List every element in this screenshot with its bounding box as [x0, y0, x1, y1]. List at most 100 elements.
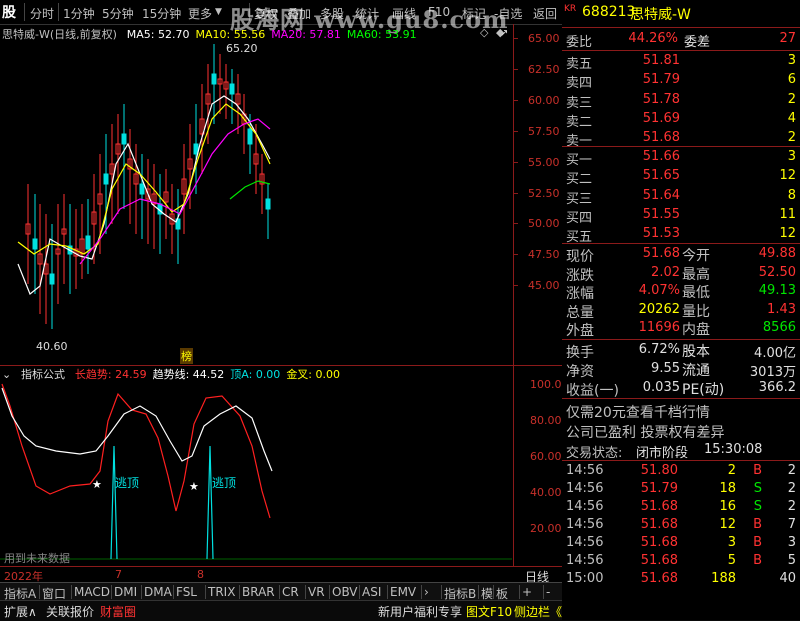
- tab-indicator[interactable]: CR: [282, 585, 299, 599]
- trade-state: 闭市阶段: [636, 446, 689, 461]
- signal-label-2: 逃顶: [212, 476, 237, 490]
- trend-line: [1, 387, 273, 472]
- tab-indicator[interactable]: BRAR: [242, 585, 275, 599]
- high-label: 65.20: [226, 42, 258, 55]
- stat-row: 涨跌 2.02 最高 52.50: [562, 264, 800, 284]
- stat-value: 49.88: [758, 246, 796, 261]
- stat-value: 2.02: [651, 264, 680, 280]
- tab-indicator[interactable]: EMV: [390, 585, 416, 599]
- tick-price: 51.79: [640, 481, 678, 496]
- sidebar-toggle[interactable]: 侧边栏《: [514, 603, 562, 620]
- level-label: 卖三: [566, 95, 593, 111]
- level-volume: 12: [779, 168, 796, 184]
- weicha-label: 委差: [684, 35, 711, 50]
- stat-value: 49.13: [758, 283, 796, 299]
- indicator-tick-label: 80.00: [530, 414, 562, 427]
- tick-count: 40: [779, 571, 796, 586]
- stat-value: 51.68: [642, 246, 680, 261]
- ask-row[interactable]: 卖三 51.78 2: [562, 91, 800, 111]
- tick-mark: [513, 99, 518, 101]
- back-button[interactable]: 返回: [533, 5, 557, 22]
- tab-indicator[interactable]: MACD: [74, 585, 110, 599]
- candle-body: [32, 238, 38, 250]
- tab-indicator[interactable]: DMA: [144, 585, 172, 599]
- indicator-area[interactable]: ⌄ 指标公式 长趋势: 24.59 趋势线: 44.52 顶A: 0.00 金叉: 0…: [0, 366, 562, 566]
- tick-price: 51.68: [640, 571, 678, 586]
- level-label: 买二: [566, 172, 593, 188]
- promo-link[interactable]: 仅需20元查看千档行情: [566, 402, 710, 422]
- wealth-circle-button[interactable]: 财富圈: [100, 603, 136, 620]
- tab-indicator[interactable]: OBV: [332, 585, 358, 599]
- tick-volume: 5: [727, 553, 736, 568]
- candlestick-chart[interactable]: [0, 24, 512, 364]
- chevron-down-icon[interactable]: ▼: [215, 7, 222, 17]
- new-user-link[interactable]: 新用户福利专享: [378, 603, 462, 620]
- stat-value: 11696: [638, 320, 680, 336]
- tab-15min[interactable]: 15分钟: [142, 5, 181, 22]
- tab-divider: [519, 585, 520, 599]
- tab-indicator[interactable]: +: [522, 585, 532, 599]
- tab-divider: [239, 585, 240, 599]
- fundamental-row: 收益(一) 0.035 PE(动) 366.2: [562, 379, 800, 399]
- related-quotes-button[interactable]: 关联报价: [46, 603, 94, 620]
- tick-volume: 2: [727, 463, 736, 478]
- promo-row[interactable]: 仅需20元查看千档行情: [562, 401, 800, 422]
- tab-indicator[interactable]: FSL: [176, 585, 197, 599]
- price-chart-area[interactable]: 思特威-W(日线,前复权) MA5: 52.70 MA10: 55.56 MA20:…: [0, 24, 562, 366]
- expand-button[interactable]: 扩展∧: [4, 603, 37, 620]
- panel-divider: [562, 339, 800, 340]
- bid-row[interactable]: 买一 51.66 3: [562, 148, 800, 168]
- tab-intraday[interactable]: 分时: [30, 5, 54, 22]
- tab-indicator[interactable]: ASI: [362, 585, 381, 599]
- price-tick-label: 45.00: [528, 279, 560, 293]
- tick-price: 51.80: [640, 463, 678, 478]
- panel-divider: [562, 27, 800, 28]
- ask-row[interactable]: 卖四 51.79 6: [562, 71, 800, 91]
- level-volume: 11: [779, 206, 796, 222]
- app-logo: 股: [2, 5, 16, 21]
- tab-more[interactable]: 更多: [188, 5, 212, 22]
- tab-1min[interactable]: 1分钟: [63, 5, 95, 22]
- f10-graphic-link[interactable]: 图文F10: [466, 603, 512, 620]
- indicator-tick-label: 60.00: [530, 450, 562, 463]
- tab-indicator[interactable]: DMI: [114, 585, 137, 599]
- tab-divider: [329, 585, 330, 599]
- stat-label: 最高: [682, 266, 710, 283]
- trade-state-row: 交易状态: 闭市阶段 15:30:08: [562, 441, 800, 461]
- level-volume: 2: [787, 91, 796, 107]
- tick-time: 14:56: [566, 481, 604, 496]
- level-label: 买三: [566, 191, 593, 207]
- tab-divider: [493, 585, 494, 599]
- tab-5min[interactable]: 5分钟: [102, 5, 134, 22]
- fundamental-label: 换手: [566, 345, 594, 361]
- tick-row: 14:56 51.79 18 S 2: [562, 480, 800, 499]
- panel-divider: [562, 146, 800, 147]
- ask-row[interactable]: 卖五 51.81 3: [562, 52, 800, 72]
- top-signal-spike: [206, 445, 214, 560]
- month-label: 7: [115, 568, 122, 581]
- tab-indicator[interactable]: -: [546, 585, 550, 599]
- stat-value: 20262: [638, 301, 680, 317]
- rank-badge[interactable]: 榜: [180, 348, 193, 364]
- tab-divider: [441, 585, 442, 599]
- tab-indicator[interactable]: VR: [308, 585, 325, 599]
- level-price: 51.65: [642, 168, 680, 184]
- fundamental-value: 0.035: [642, 380, 680, 395]
- tick-mark: [513, 285, 518, 287]
- level-label: 卖二: [566, 114, 593, 130]
- tick-count: 7: [787, 517, 796, 532]
- stat-row: 涨幅 4.07% 最低 49.13: [562, 282, 800, 302]
- tick-side: B: [753, 553, 762, 568]
- bid-row[interactable]: 买三 51.64 8: [562, 187, 800, 207]
- indicator-chart[interactable]: ★ ★: [0, 366, 512, 566]
- tab-indicator[interactable]: ›: [424, 585, 429, 599]
- bid-row[interactable]: 买五 51.53 12: [562, 225, 800, 245]
- bid-row[interactable]: 买二 51.65 12: [562, 167, 800, 188]
- ask-row[interactable]: 卖二 51.69 4: [562, 110, 800, 130]
- tab-indicator[interactable]: TRIX: [208, 585, 235, 599]
- toolbar-divider: [24, 3, 25, 21]
- price-tick-label: 47.50: [528, 248, 560, 262]
- bid-row[interactable]: 买四 51.55 11: [562, 206, 800, 226]
- tick-time: 14:56: [566, 535, 604, 550]
- stat-value: 8566: [762, 320, 796, 336]
